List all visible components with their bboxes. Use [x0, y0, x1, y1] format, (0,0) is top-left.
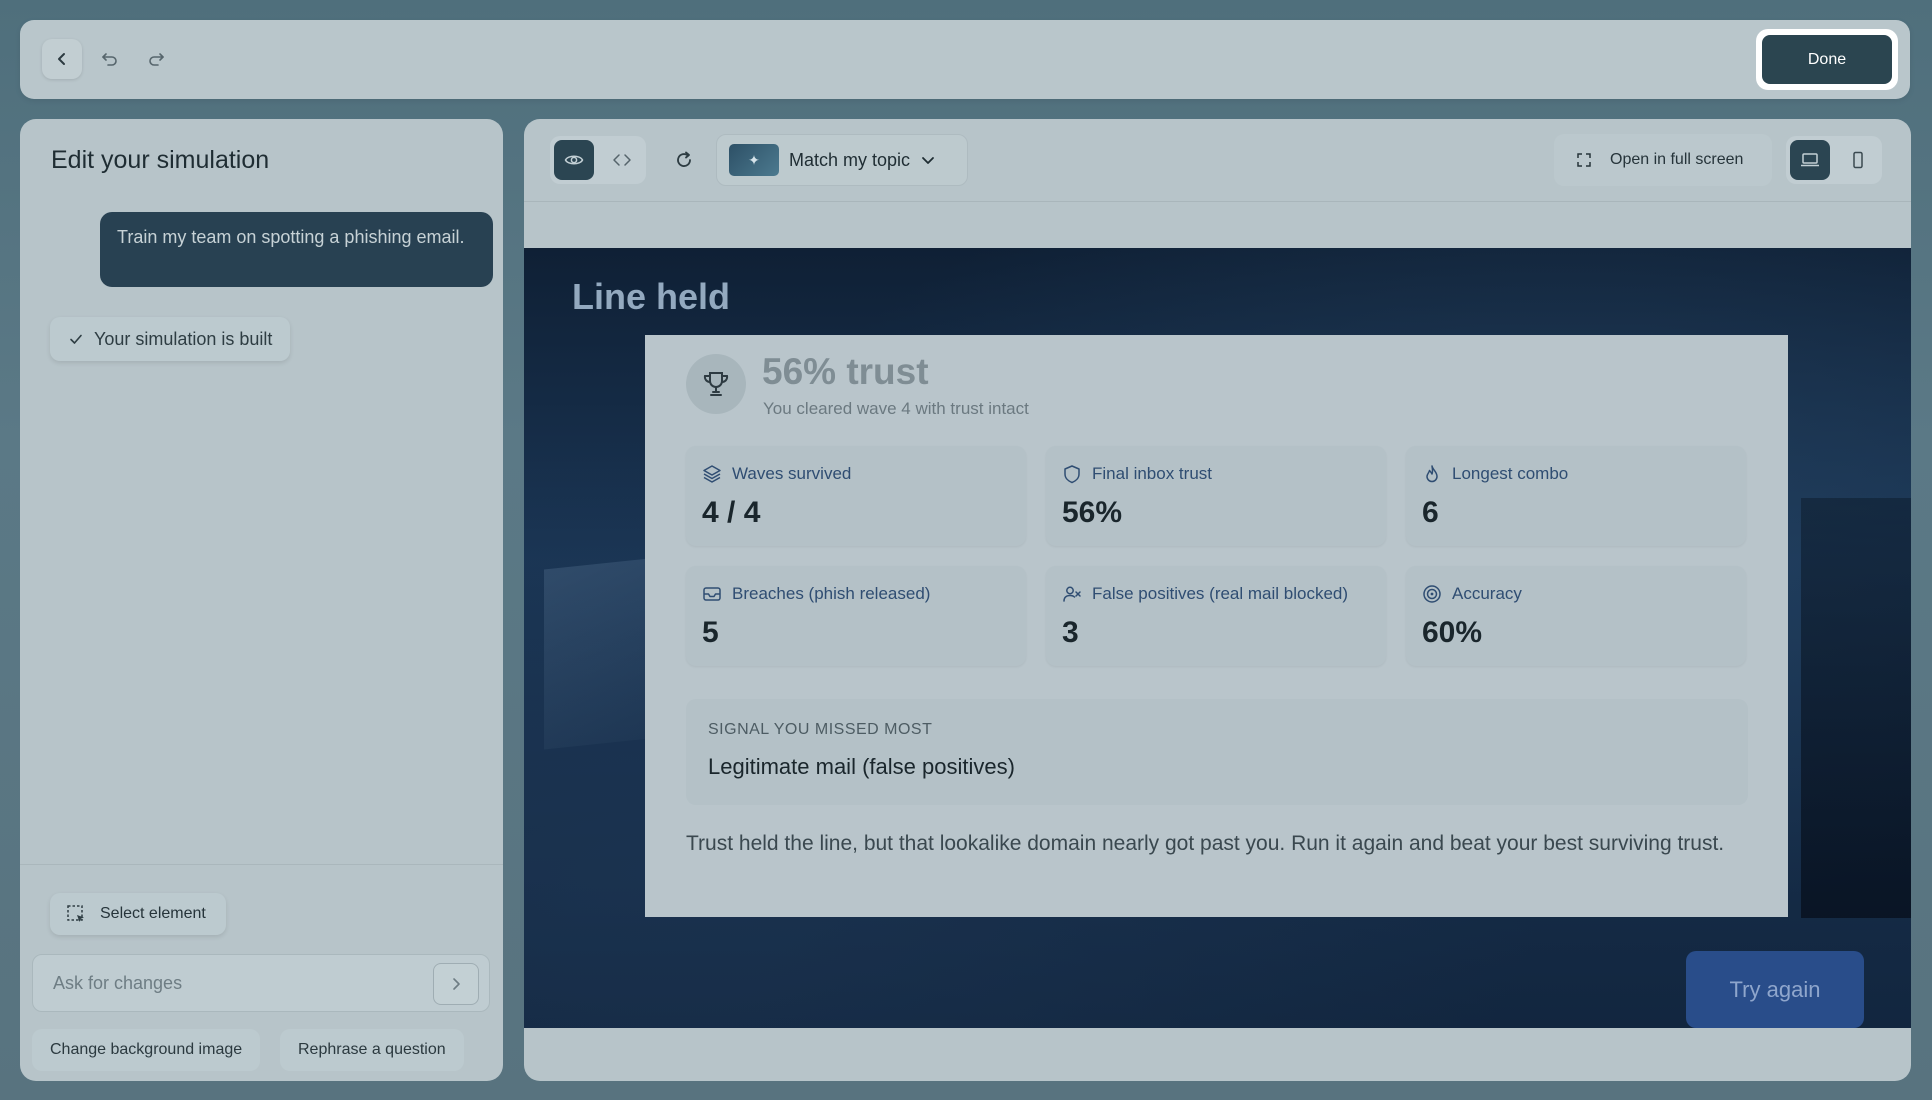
- target-icon: [1423, 585, 1441, 603]
- redo-button[interactable]: [136, 39, 176, 79]
- suggestion-change-background[interactable]: Change background image: [32, 1029, 261, 1071]
- panel-title: Edit your simulation: [51, 146, 270, 174]
- flame-icon: [1426, 465, 1438, 483]
- match-topic-dropdown[interactable]: ✦ Match my topic: [716, 134, 968, 186]
- done-button[interactable]: Done: [1762, 35, 1892, 84]
- stat-card-accuracy: Accuracy 60%: [1406, 566, 1746, 666]
- try-again-button[interactable]: Try again: [1686, 951, 1864, 1028]
- trust-score: 56% trust: [762, 351, 929, 392]
- stat-label: Waves survived: [732, 464, 852, 483]
- redo-icon: [149, 53, 164, 66]
- chevron-down-icon: [922, 157, 934, 164]
- edit-panel: Edit your simulation Train my team on sp…: [20, 119, 503, 1081]
- top-bar: Done: [20, 20, 1910, 99]
- missed-signal-label: SIGNAL YOU MISSED MOST: [708, 721, 933, 738]
- inbox-icon: [703, 587, 721, 601]
- missed-signal-box: SIGNAL YOU MISSED MOST Legitimate mail (…: [686, 699, 1748, 805]
- build-status-text: Your simulation is built: [94, 328, 273, 349]
- stat-card-false-positives: False positives (real mail blocked) 3: [1046, 566, 1386, 666]
- stat-label: Breaches (phish released): [732, 584, 931, 603]
- stat-label: Final inbox trust: [1092, 464, 1212, 483]
- select-element-button[interactable]: Select element: [50, 893, 226, 935]
- expand-icon: [1577, 153, 1591, 167]
- mobile-view-button[interactable]: [1838, 140, 1878, 180]
- stat-card-longest-combo: Longest combo 6: [1406, 446, 1746, 546]
- code-icon: [613, 154, 631, 166]
- stat-value: 3: [1062, 616, 1079, 649]
- laptop-icon: [1801, 153, 1819, 167]
- send-button[interactable]: [433, 963, 479, 1005]
- code-mode-button[interactable]: [602, 140, 642, 180]
- simulation-preview: Line held 56% trust You cleared wave 4 w…: [524, 248, 1911, 1028]
- back-button[interactable]: [42, 39, 82, 79]
- done-button-highlight: Done: [1756, 29, 1898, 90]
- results-card: 56% trust You cleared wave 4 with trust …: [645, 335, 1788, 917]
- open-fullscreen-button[interactable]: Open in full screen: [1554, 134, 1772, 186]
- chevron-right-icon: [453, 978, 460, 990]
- stat-card-breaches: Breaches (phish released) 5: [686, 566, 1026, 666]
- stat-card-final-trust: Final inbox trust 56%: [1046, 446, 1386, 546]
- user-message-bubble: Train my team on spotting a phishing ema…: [100, 212, 493, 287]
- chevron-left-icon: [58, 53, 65, 65]
- sparkle-thumbnail-icon: ✦: [729, 144, 779, 176]
- phone-icon: [1853, 151, 1863, 169]
- missed-signal-value: Legitimate mail (false positives): [708, 754, 1015, 779]
- toolbar-divider: [524, 201, 1911, 202]
- stat-value: 5: [702, 616, 719, 649]
- undo-icon: [102, 53, 117, 66]
- undo-button[interactable]: [90, 39, 130, 79]
- stat-value: 4 / 4: [702, 496, 761, 529]
- build-status: Your simulation is built: [50, 317, 291, 361]
- stat-value: 56%: [1062, 496, 1123, 529]
- refresh-button[interactable]: [664, 140, 704, 180]
- stat-card-waves: Waves survived 4 / 4: [686, 446, 1026, 546]
- feedback-text: Trust held the line, but that lookalike …: [686, 832, 1725, 855]
- match-topic-label: Match my topic: [789, 149, 911, 170]
- stat-label: False positives (real mail blocked): [1092, 584, 1349, 603]
- view-mode-toggle: [550, 136, 646, 184]
- layers-icon: [703, 465, 721, 483]
- trophy-icon: [686, 354, 746, 414]
- result-heading: Line held: [572, 276, 731, 317]
- preview-mode-button[interactable]: [554, 140, 594, 180]
- desktop-view-button[interactable]: [1790, 140, 1830, 180]
- device-toggle: [1786, 136, 1882, 184]
- panel-divider: [20, 864, 503, 865]
- ask-for-changes-box: [32, 954, 490, 1012]
- shield-icon: [1064, 465, 1080, 484]
- refresh-icon: [677, 151, 691, 167]
- eye-icon: [564, 155, 584, 165]
- select-element-icon: [67, 905, 84, 922]
- background-decoration: [1801, 498, 1911, 918]
- stat-label: Longest combo: [1452, 464, 1569, 483]
- user-x-icon: [1063, 586, 1081, 602]
- suggestion-rephrase-question[interactable]: Rephrase a question: [280, 1029, 464, 1071]
- trust-subtitle: You cleared wave 4 with trust intact: [763, 399, 1029, 418]
- open-fullscreen-label: Open in full screen: [1610, 151, 1744, 168]
- stat-value: 6: [1422, 496, 1439, 529]
- preview-panel: ✦ Match my topic Open in full screen Lin…: [524, 119, 1911, 1081]
- select-element-label: Select element: [100, 905, 206, 922]
- check-icon: [70, 334, 82, 344]
- stat-label: Accuracy: [1452, 584, 1522, 603]
- stat-value: 60%: [1422, 616, 1483, 649]
- ask-for-changes-input[interactable]: [33, 955, 433, 1011]
